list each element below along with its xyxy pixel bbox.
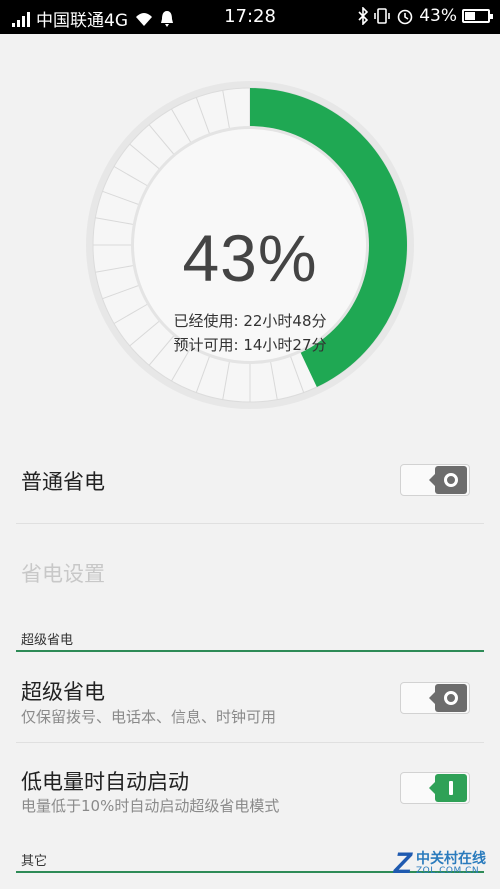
section-header-other: 其它: [21, 854, 48, 869]
normal-saving-title: 普通省电: [21, 470, 105, 494]
usage-time-line: 已经使用: 22小时48分: [135, 310, 365, 331]
battery-gauge: 43% 已经使用: 22小时48分 预计可用: 14小时27分: [85, 80, 415, 410]
status-bar: 中国联通4G 17:28 43%: [0, 0, 500, 34]
normal-saving-toggle[interactable]: [400, 464, 470, 496]
gauge-center: 43% 已经使用: 22小时48分 预计可用: 14小时27分: [135, 130, 365, 360]
remaining-label: 预计可用:: [173, 336, 239, 354]
bluetooth-icon: [358, 7, 369, 25]
low-battery-auto-toggle[interactable]: [400, 772, 470, 804]
battery-percent: 43%: [419, 6, 457, 26]
section-divider: [16, 650, 484, 652]
zol-watermark: Z 中关村在线 ZOL.COM.CN: [394, 847, 486, 881]
alarm-icon: [397, 9, 413, 25]
zol-name: 中关村在线: [416, 850, 486, 867]
battery-percent-large: 43%: [182, 221, 318, 295]
low-battery-auto-subtitle: 电量低于10%时自动启动超级省电模式: [21, 797, 280, 815]
vibrate-icon: [374, 8, 391, 24]
super-saving-toggle[interactable]: [400, 682, 470, 714]
zol-logo: Z: [393, 847, 412, 880]
toggle-on-icon: [449, 781, 453, 795]
super-saving-subtitle: 仅保留拨号、电话本、信息、时钟可用: [21, 708, 277, 726]
divider: [16, 742, 484, 743]
super-saving-title: 超级省电: [21, 680, 105, 704]
toggle-knob: [429, 774, 467, 802]
remaining-time-line: 预计可用: 14小时27分: [135, 334, 365, 355]
battery-icon: [462, 9, 493, 23]
toggle-off-icon: [444, 691, 458, 705]
section-header-super-saving: 超级省电: [21, 633, 74, 648]
used-value: 22小时48分: [243, 312, 327, 330]
status-right: 43%: [358, 6, 493, 26]
divider: [16, 523, 484, 524]
toggle-off-icon: [444, 473, 458, 487]
zol-domain: ZOL.COM.CN: [416, 865, 480, 876]
toggle-knob: [429, 684, 467, 712]
used-label: 已经使用:: [173, 312, 239, 330]
saving-settings-item[interactable]: 省电设置: [21, 558, 105, 588]
low-battery-auto-title: 低电量时自动启动: [21, 770, 189, 794]
toggle-knob: [429, 466, 467, 494]
remaining-value: 14小时27分: [243, 336, 327, 354]
